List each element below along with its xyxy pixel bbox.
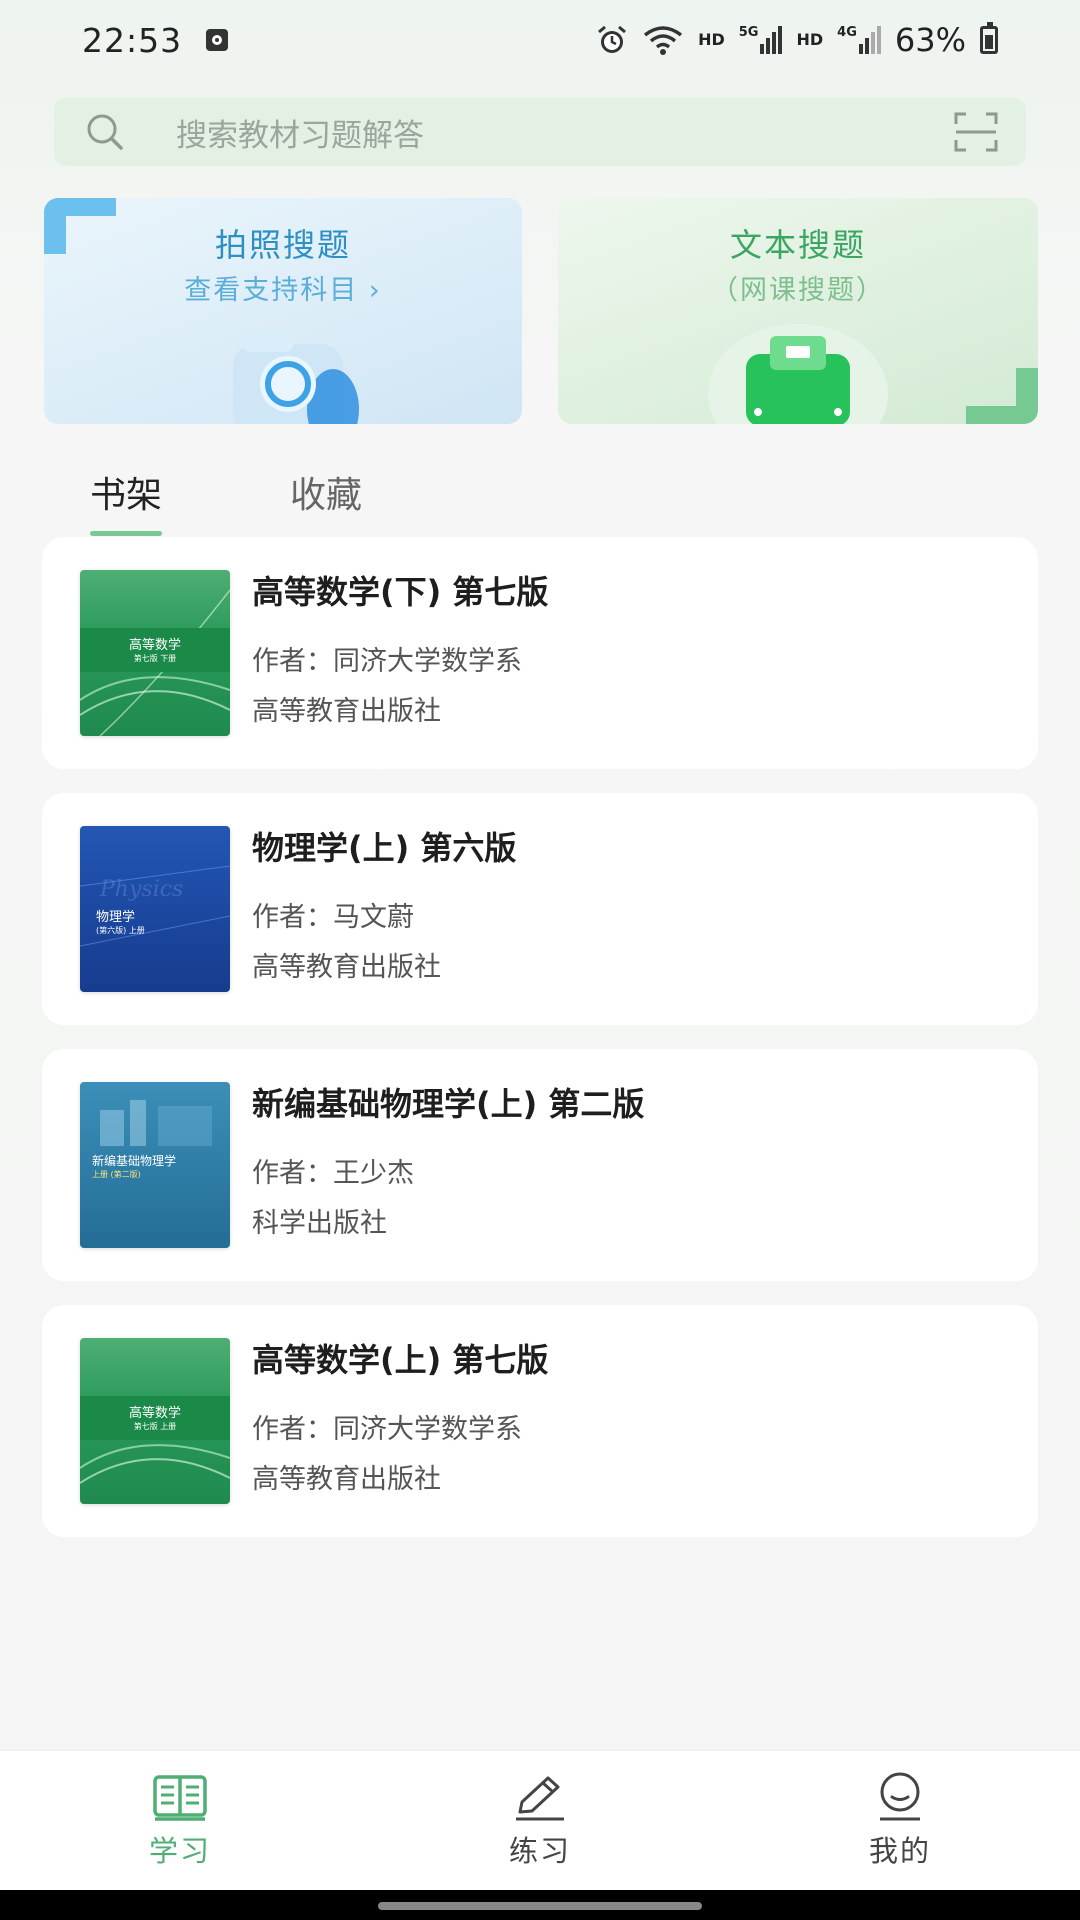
book-author: 作者：同济大学数学系 <box>252 646 522 677</box>
bottom-navigation: 学习 练习 我的 <box>0 1750 1080 1890</box>
cover-title: 高等数学 <box>128 1406 181 1421</box>
briefcase-icon <box>708 324 888 424</box>
media-notification-icon <box>206 29 229 51</box>
search-icon <box>82 109 128 155</box>
book-cover: Physics 物理学 (第六版) 上册 <box>80 826 230 992</box>
battery-percent: 63% <box>894 21 966 59</box>
tab-bookshelf-label: 书架 <box>90 475 163 516</box>
home-gesture-bar[interactable] <box>378 1902 702 1910</box>
scan-icon[interactable] <box>954 112 998 152</box>
photo-search-card[interactable]: 拍照搜题 查看支持科目 › <box>44 198 522 424</box>
search-placeholder: 搜索教材习题解答 <box>176 117 424 154</box>
cover-subtitle: 上册 (第二版) <box>92 1170 141 1179</box>
cover-title-band: 高等数学 第七版 上册 <box>80 1396 230 1440</box>
profile-icon <box>880 1772 920 1820</box>
signal-5g: 5G <box>739 26 783 54</box>
cover-title: 物理学 <box>96 910 136 925</box>
book-title: 物理学(上) 第六版 <box>252 829 517 867</box>
tab-favorites-label: 收藏 <box>290 475 363 516</box>
book-title: 高等数学(下) 第七版 <box>252 573 549 611</box>
book-cover: 高等数学 第七版 上册 <box>80 1338 230 1504</box>
nav-study[interactable]: 学习 <box>80 1772 280 1870</box>
signal-4g: 4G <box>837 26 881 54</box>
tab-bookshelf[interactable]: 书架 <box>90 466 163 536</box>
book-list: 高等数学 第七版 下册 高等数学(下) 第七版 作者：同济大学数学系 高等教育出… <box>42 537 1038 1561</box>
book-title: 新编基础物理学(上) 第二版 <box>252 1085 645 1123</box>
search-bar[interactable]: 搜索教材习题解答 <box>54 98 1026 166</box>
book-publisher: 高等教育出版社 <box>252 1464 441 1495</box>
network-type-1: 5G <box>738 25 759 40</box>
nav-profile-label: 我的 <box>868 1833 931 1868</box>
camera-icon <box>233 328 359 424</box>
hd-label-1: HD <box>698 30 725 49</box>
book-author: 作者：王少杰 <box>252 1158 414 1189</box>
book-author: 作者：马文蔚 <box>252 902 414 933</box>
book-cover: 高等数学 第七版 下册 <box>80 570 230 736</box>
book-cover: 新编基础物理学 上册 (第二版) <box>80 1082 230 1248</box>
book-author: 作者：同济大学数学系 <box>252 1414 522 1445</box>
bookshelf-tabs: 书架 收藏 <box>90 466 362 536</box>
pencil-icon <box>516 1776 564 1820</box>
cover-title: 新编基础物理学 <box>92 1154 177 1168</box>
network-type-2: 4G <box>837 25 857 40</box>
cover-subtitle: (第六版) 上册 <box>96 926 145 935</box>
status-time: 22:53 <box>82 20 183 60</box>
cover-subtitle: 第七版 上册 <box>133 1422 177 1431</box>
svg-text:Physics: Physics <box>99 877 183 902</box>
supported-subjects-link[interactable]: 查看支持科目 › <box>44 268 522 307</box>
text-search-subtitle: （网课搜题） <box>711 275 885 306</box>
alarm-icon <box>598 25 627 53</box>
cover-title-band: 高等数学 第七版 下册 <box>80 628 230 672</box>
text-search-title: 文本搜题 <box>729 226 866 264</box>
cover-title: 高等数学 <box>128 638 181 653</box>
book-icon <box>153 1774 207 1821</box>
wifi-icon <box>644 26 683 55</box>
signal-icon-1 <box>760 26 783 54</box>
nav-practice-label: 练习 <box>508 1833 571 1868</box>
nav-study-label: 学习 <box>148 1833 211 1868</box>
corner-accent-icon <box>966 368 1038 424</box>
nav-practice[interactable]: 练习 <box>440 1772 640 1870</box>
book-item[interactable]: 高等数学 第七版 下册 高等数学(下) 第七版 作者：同济大学数学系 高等教育出… <box>42 537 1038 769</box>
text-search-card[interactable]: 文本搜题 （网课搜题） <box>558 198 1038 424</box>
nav-profile[interactable]: 我的 <box>800 1772 1000 1870</box>
cover-subtitle: 第七版 下册 <box>133 654 177 663</box>
photo-search-title: 拍照搜题 <box>214 226 351 264</box>
battery-icon <box>980 22 998 54</box>
book-item[interactable]: 高等数学 第七版 上册 高等数学(上) 第七版 作者：同济大学数学系 高等教育出… <box>42 1305 1038 1537</box>
status-bar: 22:53 HD 5G HD 4G 63% <box>0 0 1080 80</box>
signal-icon-2 <box>858 26 881 54</box>
book-publisher: 高等教育出版社 <box>252 696 441 727</box>
book-publisher: 科学出版社 <box>252 1208 387 1239</box>
book-title: 高等数学(上) 第七版 <box>252 1341 549 1379</box>
book-item[interactable]: 新编基础物理学 上册 (第二版) 新编基础物理学(上) 第二版 作者：王少杰 科… <box>42 1049 1038 1281</box>
tab-favorites[interactable]: 收藏 <box>290 466 362 536</box>
hd-label-2: HD <box>796 30 824 49</box>
tab-active-indicator <box>90 531 163 536</box>
book-item[interactable]: Physics 物理学 (第六版) 上册 物理学(上) 第六版 作者：马文蔚 高… <box>42 793 1038 1025</box>
book-publisher: 高等教育出版社 <box>252 952 441 983</box>
